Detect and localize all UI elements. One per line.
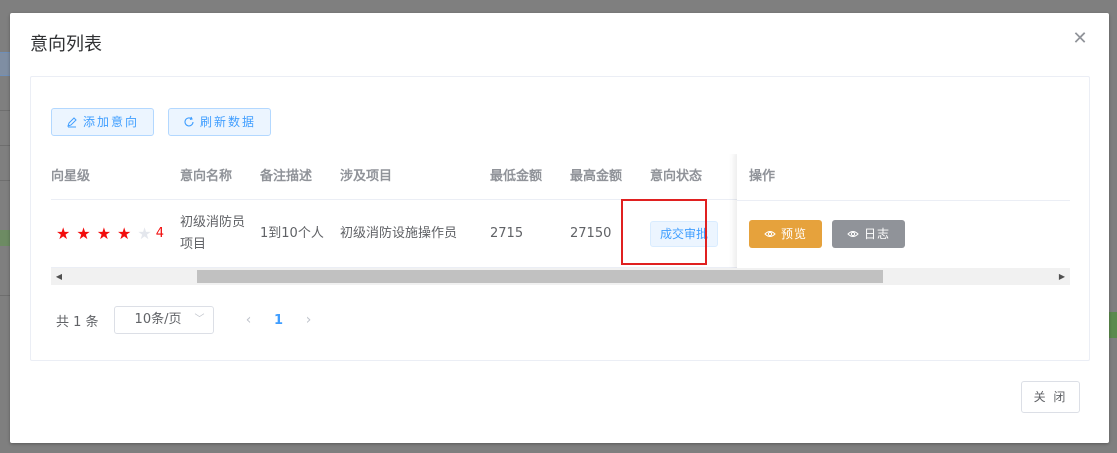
preview-label: 预览 [781,227,808,241]
scrollbar-thumb[interactable] [197,270,883,283]
refresh-data-button[interactable]: 刷新数据 [168,108,272,136]
fixed-actions-column: 操作 预览 日志 [737,154,1070,271]
intent-name-cell: 初级消防员项目 [180,200,250,268]
column-header-name[interactable]: 意向名称 [180,154,232,200]
column-header-min-amount[interactable]: 最低金额 [490,154,542,200]
star-filled-icon[interactable]: ★ [97,226,111,242]
star-empty-icon[interactable]: ★ [137,226,151,242]
column-header-actions: 操作 [749,169,776,184]
eye-icon [847,231,859,237]
min-amount: 2715 [490,226,524,241]
edit-icon [67,117,77,128]
star-filled-icon[interactable]: ★ [76,226,90,242]
max-amount-cell: 27150 [570,200,611,268]
intent-list-dialog: 意向列表 ✕ 添加意向 刷新数据 向星级 意向名称 备注描述 涉及项目 最低金额 [10,13,1109,443]
intent-name: 初级消防员项目 [180,215,246,252]
refresh-data-label: 刷新数据 [200,115,257,129]
column-header-project[interactable]: 涉及项目 [340,154,392,200]
refresh-icon [184,116,194,127]
column-header-max-amount[interactable]: 最高金额 [570,154,622,200]
star-filled-icon[interactable]: ★ [56,226,70,242]
rating-cell: ★ ★ ★ ★ ★ 4 [56,200,164,268]
pagination: 共 1 条 10条/页 ﹀ ‹ 1 › [56,306,324,334]
pagination-total: 共 1 条 [56,314,99,330]
add-intent-label: 添加意向 [83,115,140,129]
intent-table: 向星级 意向名称 备注描述 涉及项目 最低金额 最高金额 意向状态 ★ ★ ★ ★ ★ … [51,154,1070,284]
add-intent-button[interactable]: 添加意向 [51,108,155,136]
scroll-left-arrow-icon[interactable]: ◀ [51,268,67,285]
prev-page-icon[interactable]: ‹ [234,312,264,328]
page-size-value: 10条/页 [134,312,182,327]
chevron-down-icon: ﹀ [194,314,205,325]
max-amount: 27150 [570,226,612,241]
actions-cell: 预览 日志 [749,200,906,268]
star-rating[interactable]: ★ ★ ★ ★ ★ [56,226,152,242]
star-filled-icon[interactable]: ★ [117,226,131,242]
project: 初级消防设施操作员 [340,226,458,241]
min-amount-cell: 2715 [490,200,523,268]
page-number[interactable]: 1 [264,313,294,328]
status-highlight-box [621,199,707,265]
eye-icon [764,231,776,237]
content-panel: 添加意向 刷新数据 向星级 意向名称 备注描述 涉及项目 最低金额 最高金额 意… [30,76,1090,361]
description-cell: 1到10个人 [260,200,326,268]
close-icon[interactable]: ✕ [1071,30,1089,48]
column-header-rating[interactable]: 向星级 [51,154,90,200]
dialog-title: 意向列表 [30,34,102,55]
page-size-select[interactable]: 10条/页 ﹀ [113,306,214,334]
column-header-description[interactable]: 备注描述 [260,154,312,200]
background-fragment [1109,312,1117,338]
close-button[interactable]: 关 闭 [1021,381,1080,413]
scroll-right-arrow-icon[interactable]: ▶ [1054,268,1070,285]
project-cell: 初级消防设施操作员 [340,200,457,268]
log-label: 日志 [864,227,891,241]
next-page-icon[interactable]: › [294,312,324,328]
horizontal-scrollbar[interactable]: ◀ ▶ [51,268,1070,285]
preview-button[interactable]: 预览 [749,220,823,248]
description: 1到10个人 [260,226,324,241]
rating-value: 4 [155,226,164,241]
column-header-status[interactable]: 意向状态 [650,154,702,200]
log-button[interactable]: 日志 [832,220,906,248]
